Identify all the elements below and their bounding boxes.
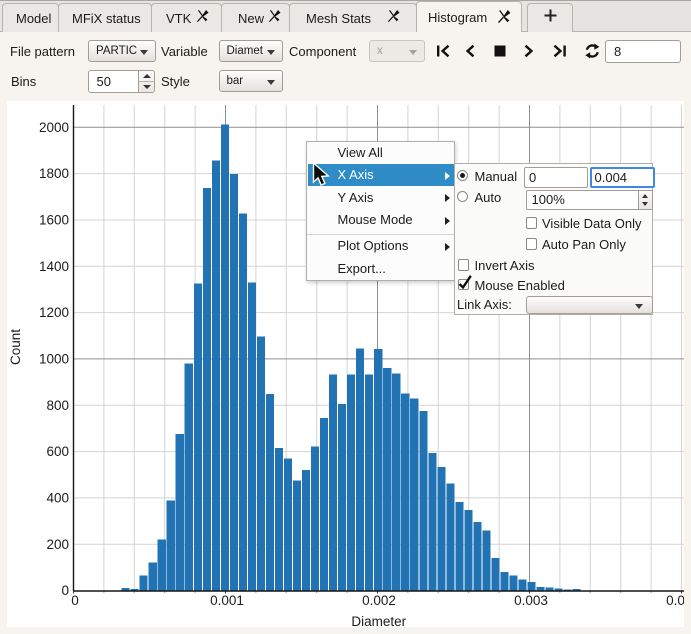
svg-text:1400: 1400 (39, 259, 69, 274)
svg-text:0: 0 (71, 593, 79, 608)
svg-text:Diameter: Diameter (351, 614, 406, 627)
svg-text:200: 200 (46, 537, 69, 552)
svg-text:0.001: 0.001 (210, 593, 244, 608)
svg-text:600: 600 (46, 444, 69, 459)
svg-text:0.004: 0.004 (666, 593, 684, 608)
svg-text:2000: 2000 (39, 120, 69, 135)
svg-text:1200: 1200 (39, 305, 69, 320)
svg-text:1600: 1600 (39, 213, 69, 228)
svg-text:Count: Count (8, 329, 23, 365)
svg-text:800: 800 (46, 398, 69, 413)
svg-text:0.003: 0.003 (514, 593, 548, 608)
svg-text:1800: 1800 (39, 166, 69, 181)
svg-text:0.002: 0.002 (362, 593, 396, 608)
svg-text:0: 0 (61, 583, 69, 598)
svg-text:400: 400 (46, 490, 69, 505)
svg-text:1000: 1000 (39, 351, 69, 366)
